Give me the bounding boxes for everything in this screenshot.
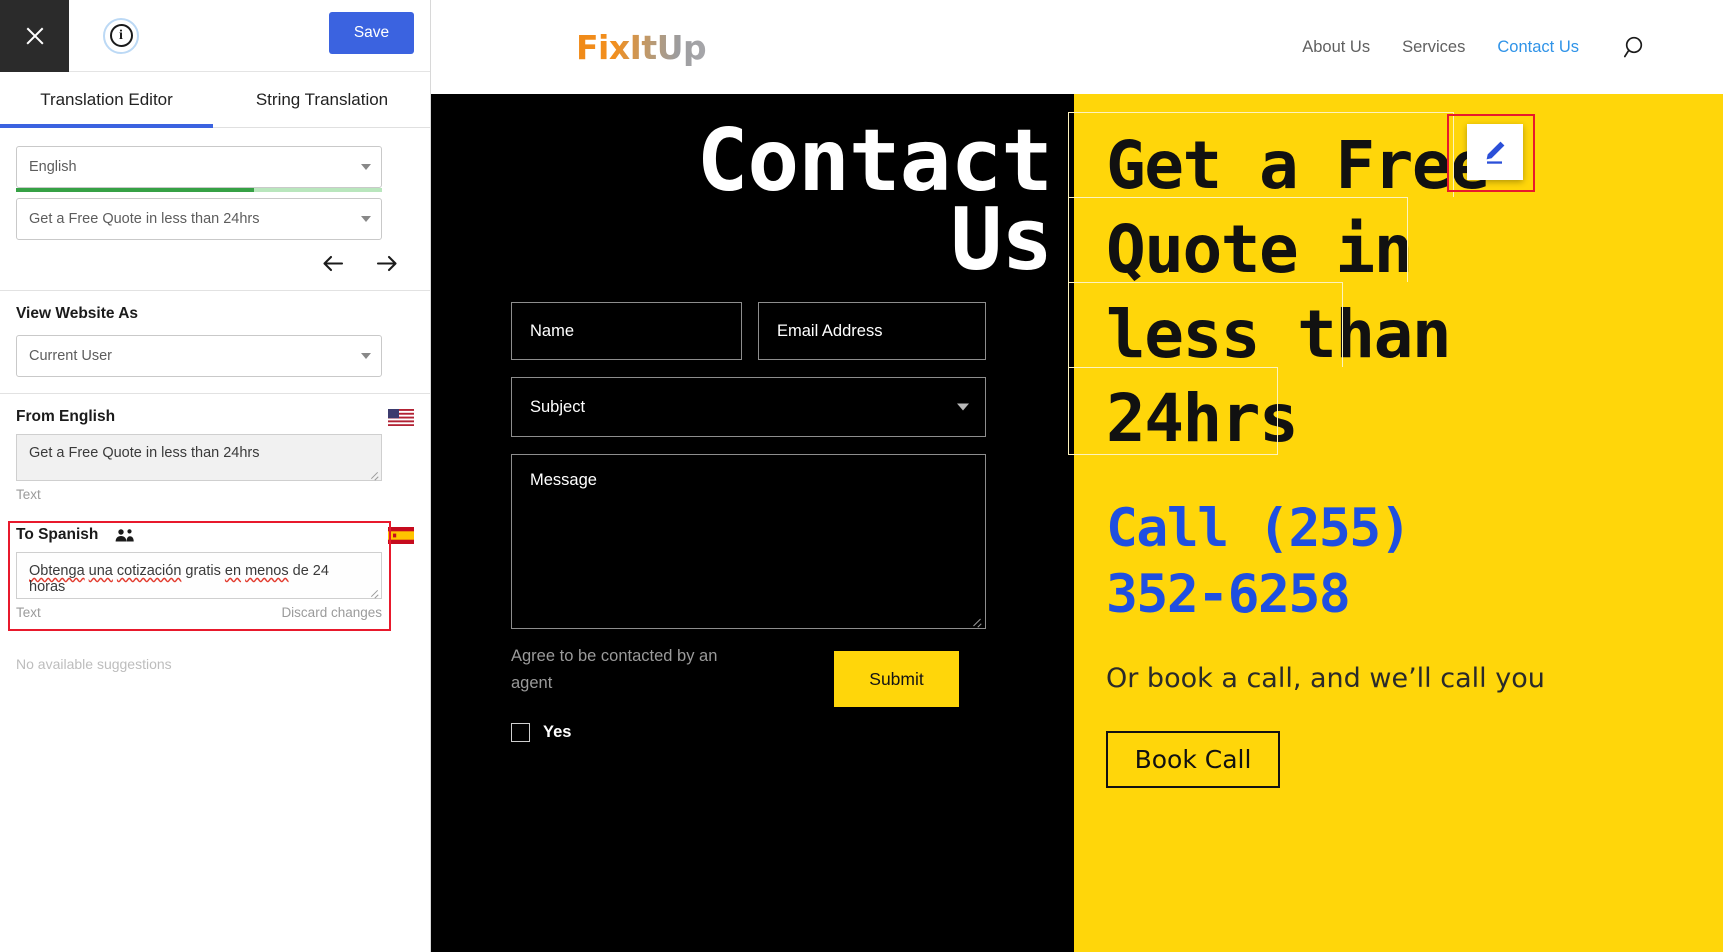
- form-row-name-email: Name Email Address: [511, 302, 1050, 361]
- chevron-down-icon: [361, 353, 371, 359]
- nav-about-us[interactable]: About Us: [1302, 38, 1370, 57]
- undo-icon[interactable]: [322, 254, 349, 274]
- redo-icon[interactable]: [371, 254, 398, 274]
- target-header: To Spanish: [16, 526, 414, 544]
- message-textarea[interactable]: Message: [511, 454, 986, 630]
- info-icon: i: [103, 17, 139, 54]
- suggestions-empty-message: No available suggestions: [16, 656, 172, 672]
- target-meta: Text Discard changes: [16, 605, 382, 620]
- save-button[interactable]: Save: [329, 12, 414, 54]
- target-title: To Spanish: [16, 526, 99, 543]
- yes-label: Yes: [543, 723, 572, 742]
- source-header: From English: [16, 408, 414, 426]
- book-call-button[interactable]: Book Call: [1106, 730, 1280, 788]
- chevron-down-icon: [361, 164, 371, 170]
- word: gratis: [181, 563, 225, 579]
- site-nav: About Us Services Contact Us: [1302, 35, 1648, 60]
- people-icon[interactable]: [114, 528, 136, 543]
- selectors-group: English Get a Free Quote in less than 24…: [0, 128, 430, 240]
- subject-select-placeholder: Subject: [530, 397, 586, 416]
- edit-translation-button[interactable]: [1467, 124, 1523, 180]
- email-input-placeholder: Email Address: [777, 321, 883, 340]
- translation-progress-fill: [16, 188, 254, 192]
- quote-section: Get a Free Quote in less than 24hrs Call…: [1068, 94, 1723, 952]
- chevron-down-icon: [361, 216, 371, 222]
- quote-content: Get a Free Quote in less than 24hrs Call…: [1068, 94, 1723, 788]
- language-select-value: English: [29, 159, 77, 175]
- panel-toolbar: i Save: [0, 0, 430, 72]
- source-type-label: Text: [16, 487, 41, 502]
- view-as-select-value: Current User: [29, 348, 112, 364]
- info-icon-glyph: i: [109, 24, 133, 47]
- close-icon: [24, 25, 46, 47]
- website-preview: FixItUp About Us Services Contact Us Con…: [431, 0, 1723, 952]
- view-website-as-title: View Website As: [16, 305, 139, 322]
- name-input[interactable]: Name: [511, 302, 742, 361]
- yes-row: Yes: [511, 723, 1050, 743]
- view-as-select[interactable]: Current User: [16, 335, 382, 377]
- contact-form: Name Email Address Subject Message Agree…: [431, 280, 1074, 743]
- source-meta: Text: [16, 487, 382, 502]
- agree-label: Agree to be contacted by an agent: [511, 647, 718, 693]
- history-controls: [16, 240, 414, 290]
- string-select-value: Get a Free Quote in less than 24hrs: [29, 211, 260, 227]
- edit-pencil-icon: [1486, 141, 1505, 164]
- string-select[interactable]: Get a Free Quote in less than 24hrs: [16, 198, 382, 240]
- tab-translation-editor[interactable]: Translation Editor: [0, 72, 213, 128]
- phone-headline[interactable]: Call (255) 352-6258: [1106, 496, 1536, 629]
- email-input[interactable]: Email Address: [758, 302, 986, 361]
- message-placeholder: Message: [530, 471, 597, 490]
- app-root: i Save Translation Editor String Transla…: [0, 0, 1723, 952]
- resize-grip-icon[interactable]: [367, 585, 379, 597]
- discard-changes-link[interactable]: Discard changes: [281, 605, 382, 620]
- site-logo[interactable]: FixItUp: [576, 28, 707, 67]
- misspelled-word: cotización: [116, 563, 182, 579]
- language-select[interactable]: English: [16, 146, 382, 188]
- source-text: Get a Free Quote in less than 24hrs: [29, 445, 260, 461]
- contact-heading: Contact Us: [696, 111, 1053, 291]
- translation-panel: i Save Translation Editor String Transla…: [0, 0, 431, 952]
- panel-body: English Get a Free Quote in less than 24…: [0, 128, 430, 672]
- subject-select[interactable]: Subject: [511, 377, 986, 438]
- target-type-label: Text: [16, 605, 41, 620]
- source-text-section: From English Get a Free Quote in less th…: [0, 394, 430, 518]
- us-flag-icon: [388, 408, 414, 426]
- search-icon[interactable]: [1623, 35, 1648, 60]
- resize-grip-icon[interactable]: [367, 467, 379, 479]
- misspelled-word: en: [224, 563, 242, 579]
- misspelled-word: Obtenga: [29, 563, 85, 579]
- resize-grip-icon[interactable]: [970, 614, 982, 626]
- source-textarea[interactable]: Get a Free Quote in less than 24hrs: [16, 434, 382, 481]
- name-input-placeholder: Name: [530, 321, 575, 340]
- panel-tabs: Translation Editor String Translation: [0, 72, 430, 128]
- target-text: Obtenga una cotización gratis en menos d…: [29, 563, 329, 595]
- agree-row: Agree to be contacted by an agent Submit: [511, 643, 1050, 708]
- es-flag-icon: [388, 526, 414, 544]
- nav-services[interactable]: Services: [1402, 38, 1465, 57]
- translation-progress-bar: [16, 188, 382, 192]
- source-title: From English: [16, 408, 116, 425]
- tab-string-translation[interactable]: String Translation: [213, 72, 431, 128]
- chevron-down-icon: [957, 403, 969, 411]
- misspelled-word: una: [88, 563, 113, 579]
- target-text-section: To Spanish Obtenga una cotización gratis…: [0, 518, 430, 636]
- close-button[interactable]: [0, 0, 69, 72]
- site-body: Contact Us Name Email Address Subject Me…: [431, 94, 1723, 952]
- target-textarea[interactable]: Obtenga una cotización gratis en menos d…: [16, 552, 382, 599]
- contact-section: Contact Us Name Email Address Subject Me…: [431, 94, 1074, 952]
- submit-button[interactable]: Submit: [834, 651, 959, 708]
- view-website-as-section: View Website As Current User: [0, 291, 430, 393]
- agree-checkbox[interactable]: [511, 723, 530, 743]
- nav-contact-us[interactable]: Contact Us: [1497, 38, 1579, 57]
- info-button[interactable]: i: [102, 17, 140, 55]
- site-header: FixItUp About Us Services Contact Us: [431, 0, 1723, 94]
- misspelled-word: menos: [245, 563, 289, 579]
- book-call-text: Or book a call, and we’ll call you: [1106, 663, 1545, 695]
